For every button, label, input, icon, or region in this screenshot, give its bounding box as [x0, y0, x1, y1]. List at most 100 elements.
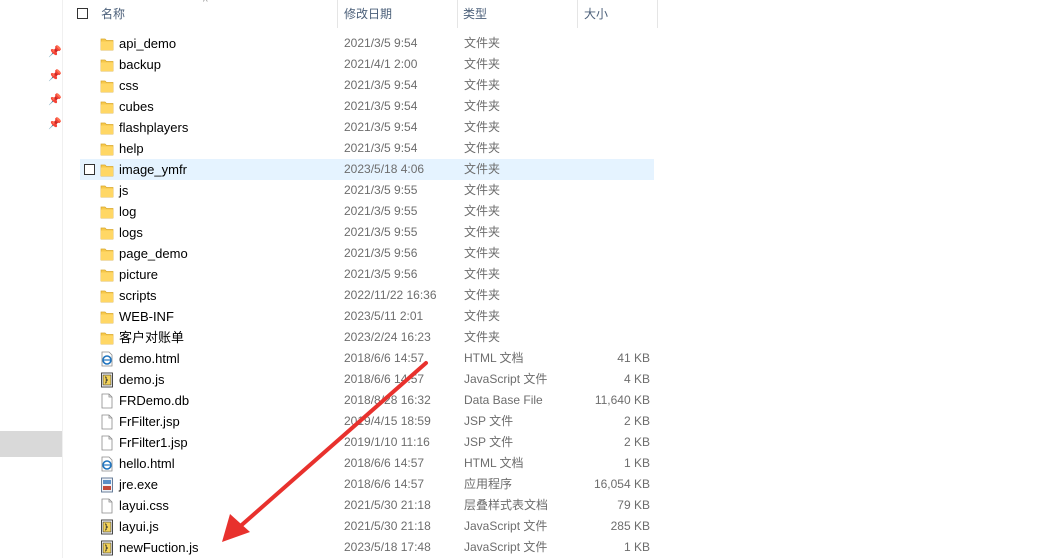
- folder-icon: [100, 141, 114, 157]
- file-size: 16,054 KB: [593, 477, 650, 491]
- navigation-pane: 📌 📌 📌 📌: [0, 0, 62, 558]
- file-type: JavaScript 文件: [464, 372, 548, 386]
- file-row[interactable]: layui.css 2021/5/30 21:18 层叠样式表文档 79 KB: [80, 495, 654, 516]
- folder-icon: [100, 99, 114, 115]
- folder-icon: [100, 288, 114, 304]
- column-divider[interactable]: [457, 0, 458, 28]
- pin-icon[interactable]: 📌: [48, 94, 62, 106]
- file-name: logs: [119, 225, 143, 240]
- file-modified-date: 2018/6/6 14:57: [344, 351, 425, 365]
- folder-row[interactable]: api_demo 2021/3/5 9:54 文件夹: [80, 33, 654, 54]
- column-header-date[interactable]: 修改日期: [344, 0, 392, 28]
- file-modified-date: 2021/3/5 9:54: [344, 120, 418, 134]
- file-type: 文件夹: [464, 36, 501, 50]
- js-file-icon: [100, 372, 114, 388]
- nav-selected-item[interactable]: [0, 431, 62, 457]
- file-type: 文件夹: [464, 288, 501, 302]
- file-name: help: [119, 141, 144, 156]
- file-type: 文件夹: [464, 267, 501, 281]
- file-type: 应用程序: [464, 477, 513, 491]
- column-header-size[interactable]: 大小: [584, 0, 608, 28]
- file-size: 2 KB: [623, 435, 650, 449]
- folder-row[interactable]: image_ymfr 2023/5/18 4:06 文件夹: [80, 159, 654, 180]
- folder-row[interactable]: scripts 2022/11/22 16:36 文件夹: [80, 285, 654, 306]
- folder-row[interactable]: help 2021/3/5 9:54 文件夹: [80, 138, 654, 159]
- file-type: 文件夹: [464, 204, 501, 218]
- column-header-type[interactable]: 类型: [463, 0, 487, 28]
- file-size: 11,640 KB: [594, 393, 650, 407]
- js-file-icon: [100, 540, 114, 556]
- file-modified-date: 2023/2/24 16:23: [344, 330, 431, 344]
- folder-icon: [100, 120, 114, 136]
- file-row[interactable]: jre.exe 2018/6/6 14:57 应用程序 16,054 KB: [80, 474, 654, 495]
- folder-row[interactable]: page_demo 2021/3/5 9:56 文件夹: [80, 243, 654, 264]
- folder-row[interactable]: backup 2021/4/1 2:00 文件夹: [80, 54, 654, 75]
- file-modified-date: 2021/5/30 21:18: [344, 498, 431, 512]
- file-row[interactable]: newFuction.js 2023/5/18 17:48 JavaScript 文…: [80, 537, 654, 558]
- file-type: 文件夹: [464, 162, 501, 176]
- file-name: demo.js: [119, 372, 165, 387]
- file-size: 1 KB: [623, 540, 650, 554]
- file-row[interactable]: hello.html 2018/6/6 14:57 HTML 文档 1 KB: [80, 453, 654, 474]
- pane-divider: [62, 0, 63, 558]
- column-divider[interactable]: [337, 0, 338, 28]
- file-type: HTML 文档: [464, 351, 524, 365]
- file-row[interactable]: FrFilter1.jsp 2019/1/10 11:16 JSP 文件 2 KB: [80, 432, 654, 453]
- pin-icon[interactable]: 📌: [48, 118, 62, 130]
- file-name: js: [119, 183, 129, 198]
- file-type: 层叠样式表文档: [464, 498, 549, 512]
- file-modified-date: 2021/3/5 9:54: [344, 99, 418, 113]
- file-type: HTML 文档: [464, 456, 524, 470]
- file-type: JSP 文件: [464, 435, 514, 449]
- file-modified-date: 2018/6/6 14:57: [344, 477, 425, 491]
- column-divider[interactable]: [577, 0, 578, 28]
- folder-icon: [100, 57, 114, 73]
- file-type: Data Base File: [464, 393, 543, 407]
- file-type: JSP 文件: [464, 414, 514, 428]
- folder-row[interactable]: WEB-INF 2023/5/11 2:01 文件夹: [80, 306, 654, 327]
- file-row[interactable]: layui.js 2021/5/30 21:18 JavaScript 文件 285 …: [80, 516, 654, 537]
- file-name: flashplayers: [119, 120, 189, 135]
- folder-row[interactable]: js 2021/3/5 9:55 文件夹: [80, 180, 654, 201]
- file-modified-date: 2021/3/5 9:54: [344, 141, 418, 155]
- folder-icon: [100, 36, 114, 52]
- file-type: 文件夹: [464, 99, 501, 113]
- file-modified-date: 2021/5/30 21:18: [344, 519, 431, 533]
- file-modified-date: 2018/6/6 14:57: [344, 456, 425, 470]
- folder-row[interactable]: flashplayers 2021/3/5 9:54 文件夹: [80, 117, 654, 138]
- folder-row[interactable]: 客户对账单 2023/2/24 16:23 文件夹: [80, 327, 654, 348]
- file-type: 文件夹: [464, 57, 501, 71]
- file-type: 文件夹: [464, 225, 501, 239]
- file-name: api_demo: [119, 36, 177, 51]
- folder-row[interactable]: cubes 2021/3/5 9:54 文件夹: [80, 96, 654, 117]
- file-row[interactable]: FrFilter.jsp 2019/4/15 18:59 JSP 文件 2 KB: [80, 411, 654, 432]
- folder-row[interactable]: css 2021/3/5 9:54 文件夹: [80, 75, 654, 96]
- folder-row[interactable]: logs 2021/3/5 9:55 文件夹: [80, 222, 654, 243]
- column-header-name[interactable]: 名称: [101, 0, 125, 28]
- file-row[interactable]: FRDemo.db 2018/8/28 16:32 Data Base File 11…: [80, 390, 654, 411]
- file-type: 文件夹: [464, 120, 501, 134]
- file-modified-date: 2019/4/15 18:59: [344, 414, 431, 428]
- pin-icon[interactable]: 📌: [48, 70, 62, 82]
- file-modified-date: 2021/3/5 9:55: [344, 204, 418, 218]
- file-type: 文件夹: [464, 330, 501, 344]
- folder-icon: [100, 309, 114, 325]
- file-modified-date: 2023/5/18 17:48: [344, 540, 431, 554]
- file-name: 客户对账单: [119, 330, 185, 345]
- file-type: 文件夹: [464, 183, 501, 197]
- exe-file-icon: [100, 477, 114, 493]
- row-checkbox[interactable]: [84, 164, 95, 175]
- file-row[interactable]: demo.html 2018/6/6 14:57 HTML 文档 41 KB: [80, 348, 654, 369]
- column-divider[interactable]: [657, 0, 658, 28]
- file-size: 41 KB: [617, 351, 650, 365]
- file-modified-date: 2023/5/11 2:01: [344, 309, 424, 323]
- select-all-checkbox[interactable]: [77, 8, 88, 19]
- generic-file-icon: [100, 435, 114, 451]
- folder-row[interactable]: log 2021/3/5 9:55 文件夹: [80, 201, 654, 222]
- file-type: 文件夹: [464, 246, 501, 260]
- generic-file-icon: [100, 393, 114, 409]
- file-row[interactable]: demo.js 2018/6/6 14:57 JavaScript 文件 4 KB: [80, 369, 654, 390]
- pin-icon[interactable]: 📌: [48, 46, 62, 58]
- file-size: 4 KB: [623, 372, 650, 386]
- folder-row[interactable]: picture 2021/3/5 9:56 文件夹: [80, 264, 654, 285]
